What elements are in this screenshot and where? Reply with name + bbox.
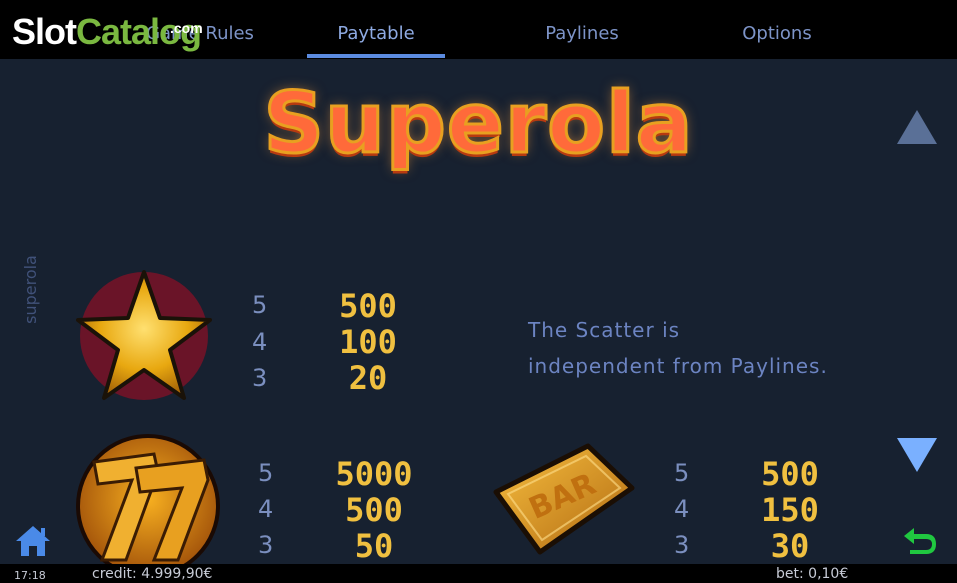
star-symbol-icon xyxy=(76,270,212,400)
tab-label: Paylines xyxy=(545,23,619,44)
seven-symbol-icon xyxy=(76,434,220,564)
back-arrow-icon[interactable] xyxy=(900,522,938,556)
side-game-label: superola xyxy=(20,255,40,324)
scatter-count-5: 5 xyxy=(252,291,268,319)
scatter-pay-5: 500 xyxy=(339,287,397,325)
seven-count-4: 4 xyxy=(258,495,274,523)
scroll-down-icon[interactable] xyxy=(897,438,937,472)
scroll-up-icon[interactable] xyxy=(897,110,937,144)
status-bar: 17:18 credit: 4.999,90€ bet: 0,10€ xyxy=(0,564,957,583)
home-icon[interactable] xyxy=(14,524,52,558)
bar-count-3: 3 xyxy=(674,531,690,559)
scatter-pay-3: 20 xyxy=(348,359,388,397)
scatter-note: The Scatter is independent from Paylines… xyxy=(528,312,828,384)
scatter-count-4: 4 xyxy=(252,328,268,356)
active-tab-indicator xyxy=(307,54,445,58)
scatter-note-line1: The Scatter is xyxy=(528,318,681,342)
bar-count-4: 4 xyxy=(674,495,690,523)
game-title-text: Superola xyxy=(262,73,694,174)
credit-display: credit: 4.999,90€ xyxy=(92,566,213,582)
logo-suffix: .com xyxy=(170,20,203,36)
seven-count-3: 3 xyxy=(258,531,274,559)
tab-label: Paytable xyxy=(337,23,415,44)
slotcatalog-logo: SlotCatalog .com xyxy=(12,11,203,52)
bar-pay-3: 30 xyxy=(770,527,810,565)
logo-main: Slot xyxy=(12,11,77,52)
scatter-count-3: 3 xyxy=(252,364,268,392)
scatter-pay-4: 100 xyxy=(339,323,397,361)
seven-pay-3: 50 xyxy=(354,527,394,565)
tab-label: Options xyxy=(742,23,812,44)
bar-pay-4: 150 xyxy=(761,491,819,529)
tab-paylines[interactable]: Paylines xyxy=(512,20,652,60)
game-title: Superola xyxy=(0,73,957,174)
bar-symbol-icon: BAR xyxy=(493,443,635,555)
tab-options[interactable]: Options xyxy=(707,20,847,60)
seven-count-5: 5 xyxy=(258,459,274,487)
bar-pay-5: 500 xyxy=(761,455,819,493)
seven-pay-5: 5000 xyxy=(335,455,413,493)
clock: 17:18 xyxy=(14,569,46,582)
bet-display: bet: 0,10€ xyxy=(776,566,849,582)
bar-count-5: 5 xyxy=(674,459,690,487)
seven-pay-4: 500 xyxy=(345,491,403,529)
scatter-note-line2: independent from Paylines. xyxy=(528,354,828,378)
